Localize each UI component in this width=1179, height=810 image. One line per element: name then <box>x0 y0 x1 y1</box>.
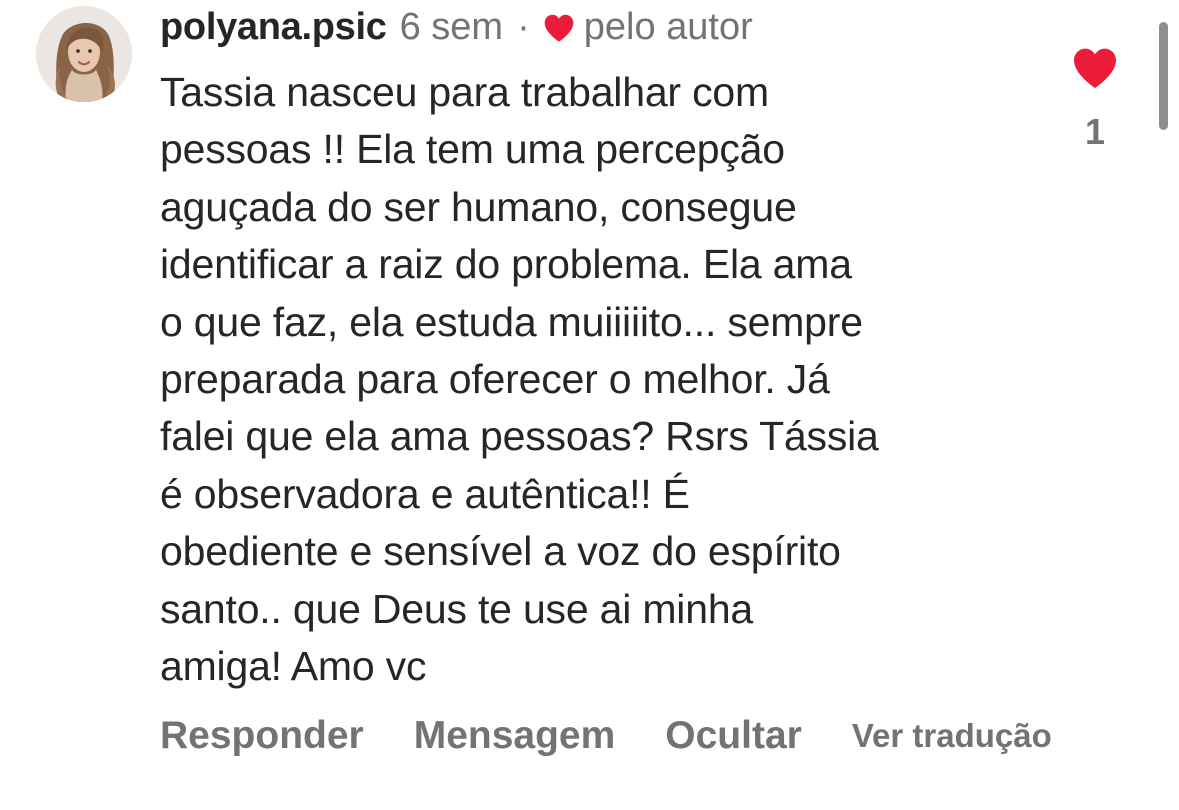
see-translation-button[interactable]: Ver tradução <box>852 710 1052 762</box>
comment-view: polyana.psic 6 sem · pelo autor Tassia n… <box>0 0 1179 810</box>
liked-by-author-label: pelo autor <box>583 6 753 48</box>
like-count[interactable]: 1 <box>1085 112 1105 152</box>
comment-header: polyana.psic 6 sem · pelo autor <box>160 4 753 50</box>
message-button[interactable]: Mensagem <box>414 710 616 762</box>
username[interactable]: polyana.psic <box>160 4 387 50</box>
comment-actions: Responder Mensagem Ocultar Ver tradução <box>160 710 1052 762</box>
timestamp: 6 sem <box>399 6 504 48</box>
separator-dot: · <box>517 6 530 48</box>
like-area: 1 <box>1066 44 1124 152</box>
hide-button[interactable]: Ocultar <box>665 710 802 762</box>
profile-photo-icon <box>36 6 132 102</box>
heart-filled-icon <box>1074 48 1116 88</box>
heart-icon <box>542 13 576 43</box>
avatar[interactable] <box>36 6 132 102</box>
comment-text: Tassia nasceu para trabalhar com pessoas… <box>160 69 879 690</box>
scrollbar[interactable] <box>1159 22 1168 130</box>
like-button[interactable] <box>1069 44 1121 92</box>
reply-button[interactable]: Responder <box>160 710 364 762</box>
